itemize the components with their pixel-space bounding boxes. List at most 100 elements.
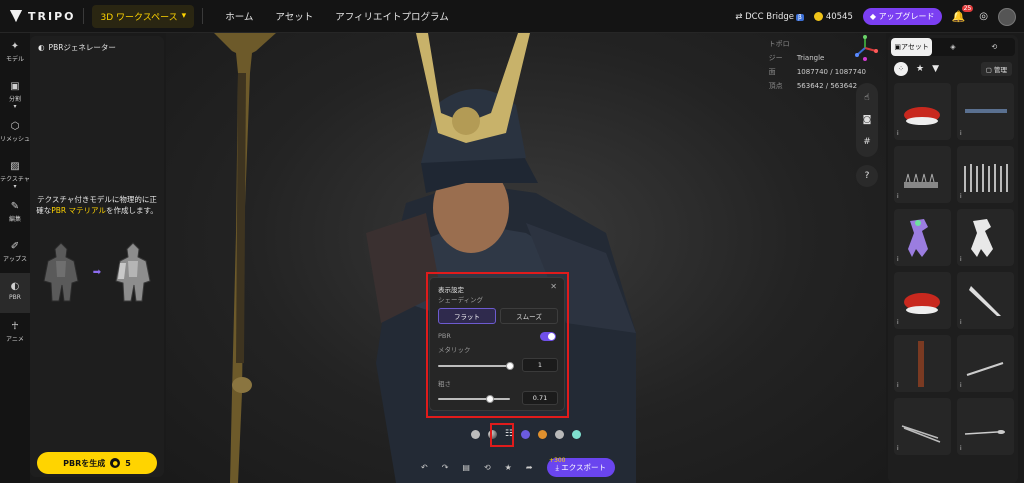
asset-thumb-9[interactable]: i	[894, 335, 951, 392]
pbr-preview: ➡	[36, 236, 158, 308]
thumb-tweezers-icon	[901, 425, 941, 443]
asset-thumb-5[interactable]: i	[894, 209, 951, 266]
notification-count: 25	[961, 5, 974, 12]
chevron-down-icon: ▾	[13, 103, 17, 110]
nav-remesh[interactable]: ⬡ リメッシュ	[0, 113, 30, 153]
edit-icon: ✐	[10, 241, 20, 252]
asset-thumb-8[interactable]: i	[957, 272, 1014, 329]
highlight-box-settings-icon	[490, 423, 514, 447]
tab-assets[interactable]: ▣ アセット	[891, 38, 933, 56]
manage-button[interactable]: ▢ 管理	[980, 62, 1012, 76]
pbr-panel: ◐ PBRジェネレーター テクスチャ付きモデルに物理的に正確なPBR マテリアル…	[30, 36, 164, 477]
material-ball-5[interactable]	[555, 429, 565, 439]
armor-after-image	[115, 242, 151, 302]
viewport-toolbar: ☝ ◙ # ?	[856, 83, 878, 187]
plus-credits-badge: +300	[549, 457, 566, 464]
tab-layers[interactable]: ◈	[932, 38, 973, 56]
favorite-icon[interactable]: ★	[505, 463, 512, 472]
credits-display[interactable]: 40545	[813, 11, 853, 22]
grid-icon[interactable]: #	[856, 131, 878, 153]
globe-icon[interactable]: ◎	[979, 11, 988, 22]
asset-grid: i i i i i i i i i i i i	[888, 79, 1018, 459]
nav-upscale[interactable]: ✐ アップス	[0, 233, 30, 273]
asset-thumb-7[interactable]: i	[894, 272, 951, 329]
notification-bell-icon[interactable]: 🔔 25	[952, 5, 974, 23]
logo-icon	[10, 10, 22, 22]
share-icon[interactable]: ➦	[526, 463, 533, 472]
tab-history[interactable]: ⟲	[974, 38, 1015, 56]
material-ball-1[interactable]	[470, 429, 480, 439]
panel-title: PBRジェネレーター	[48, 43, 116, 52]
thumb-bar-icon	[965, 109, 1007, 113]
asset-thumb-10[interactable]: i	[957, 335, 1014, 392]
asset-thumb-3[interactable]: i	[894, 146, 951, 203]
camera-icon[interactable]: ◙	[856, 109, 878, 131]
asset-filters: ⁘ ★ ▼ ▢ 管理	[888, 59, 1018, 79]
hand-icon[interactable]: ☝	[856, 87, 878, 109]
arrow-right-icon: ➡	[92, 266, 102, 278]
mesh-icon: ⬡	[10, 121, 20, 132]
3d-viewport[interactable]: トポロジー Triangle 面 1087740 / 1087740 頂点 56…	[166, 33, 886, 483]
left-nav: ✦ モデル ▣ 分割 ▾ ⬡ リメッシュ ▨ テクスチャ ▾ ✎ 編集 ✐ アップス ◐ PBR …	[0, 33, 30, 483]
thumb-knife-icon	[969, 286, 1001, 316]
chevron-down-icon: ▾	[13, 183, 17, 190]
thumb-rack-icon	[964, 164, 1008, 192]
generate-pbr-button[interactable]: PBRを生成 ● 5	[37, 452, 157, 474]
nav-segment[interactable]: ▣ 分割 ▾	[0, 73, 30, 113]
chevron-down-icon: ▾	[181, 11, 187, 21]
material-ball-4[interactable]	[538, 429, 548, 439]
asset-thumb-4[interactable]: i	[957, 146, 1014, 203]
undo-icon[interactable]: ↶	[421, 463, 428, 472]
material-toolbar: ☷	[446, 422, 606, 446]
redo-icon[interactable]: ↷	[442, 463, 449, 472]
panel-description: テクスチャ付きモデルに物理的に正確なPBR マテリアルを作成します。	[36, 195, 158, 215]
box-icon[interactable]: ▤	[462, 463, 470, 472]
star-icon[interactable]: ★	[916, 64, 924, 74]
thumb-dino-white-icon	[971, 219, 993, 257]
asset-thumb-2[interactable]: i	[957, 83, 1014, 140]
figure-icon: ☥	[11, 321, 19, 332]
top-bar: TRIPO 3D ワークスペース ▾ ホーム アセット アフィリエイトプログラム…	[0, 0, 1024, 33]
help-icon[interactable]: ?	[856, 165, 878, 187]
asset-panel: ▣ アセット ◈ ⟲ ⁘ ★ ▼ ▢ 管理 i i i i i i i i i …	[888, 35, 1018, 483]
thumb-red-sushi-icon	[904, 293, 940, 314]
avatar[interactable]	[998, 7, 1016, 26]
nav-edit[interactable]: ✎ 編集	[0, 193, 30, 233]
nav-home[interactable]: ホーム	[225, 9, 253, 23]
credit-coin-icon: ●	[110, 458, 121, 468]
reset-view-icon[interactable]: ⟲	[484, 463, 491, 472]
history-icon: ⟲	[991, 43, 998, 51]
brand-name: TRIPO	[28, 9, 76, 23]
asset-thumb-11[interactable]: i	[894, 398, 951, 455]
axis-gizmo-icon[interactable]	[852, 35, 878, 61]
bridge-icon: ⇄	[735, 11, 746, 22]
diamond-icon: ◆	[869, 12, 879, 21]
asset-thumb-1[interactable]: i	[894, 83, 951, 140]
asset-thumb-12[interactable]: i	[957, 398, 1014, 455]
coin-icon	[813, 11, 823, 21]
bottom-toolbar: ↶ ↷ ▤ ⟲ ★ ➦ ⤓ エクスポート	[421, 456, 641, 478]
half-circle-icon: ◐	[38, 43, 45, 52]
filter-icon[interactable]: ▼	[932, 64, 939, 74]
half-circle-icon: ◐	[10, 281, 20, 292]
all-filter-icon[interactable]: ⁘	[894, 62, 908, 76]
layers-icon: ◈	[950, 43, 956, 51]
nav-affiliate[interactable]: アフィリエイトプログラム	[335, 9, 449, 23]
cube-icon: ▣	[10, 81, 20, 92]
sparkle-icon: ✦	[10, 41, 20, 52]
material-ball-3[interactable]	[521, 429, 531, 439]
thumb-red-sushi-icon	[904, 107, 940, 125]
workspace-dropdown[interactable]: 3D ワークスペース ▾	[92, 4, 195, 28]
upgrade-button[interactable]: ◆ アップグレード	[862, 8, 942, 25]
nav-texture[interactable]: ▨ テクスチャ ▾	[0, 153, 30, 193]
thumb-spoon-icon	[964, 430, 1005, 435]
nav-assets[interactable]: アセット	[275, 9, 313, 23]
material-ball-6[interactable]	[572, 429, 582, 439]
dcc-bridge-button[interactable]: ⇄ DCC Bridge β	[735, 12, 804, 22]
nav-model[interactable]: ✦ モデル	[0, 33, 30, 73]
asset-thumb-6[interactable]: i	[957, 209, 1014, 266]
tripo-logo[interactable]: TRIPO	[10, 10, 75, 23]
nav-animate[interactable]: ☥ アニメ	[0, 313, 30, 353]
thumb-plank-icon	[918, 341, 924, 387]
nav-pbr[interactable]: ◐ PBR	[0, 273, 30, 313]
